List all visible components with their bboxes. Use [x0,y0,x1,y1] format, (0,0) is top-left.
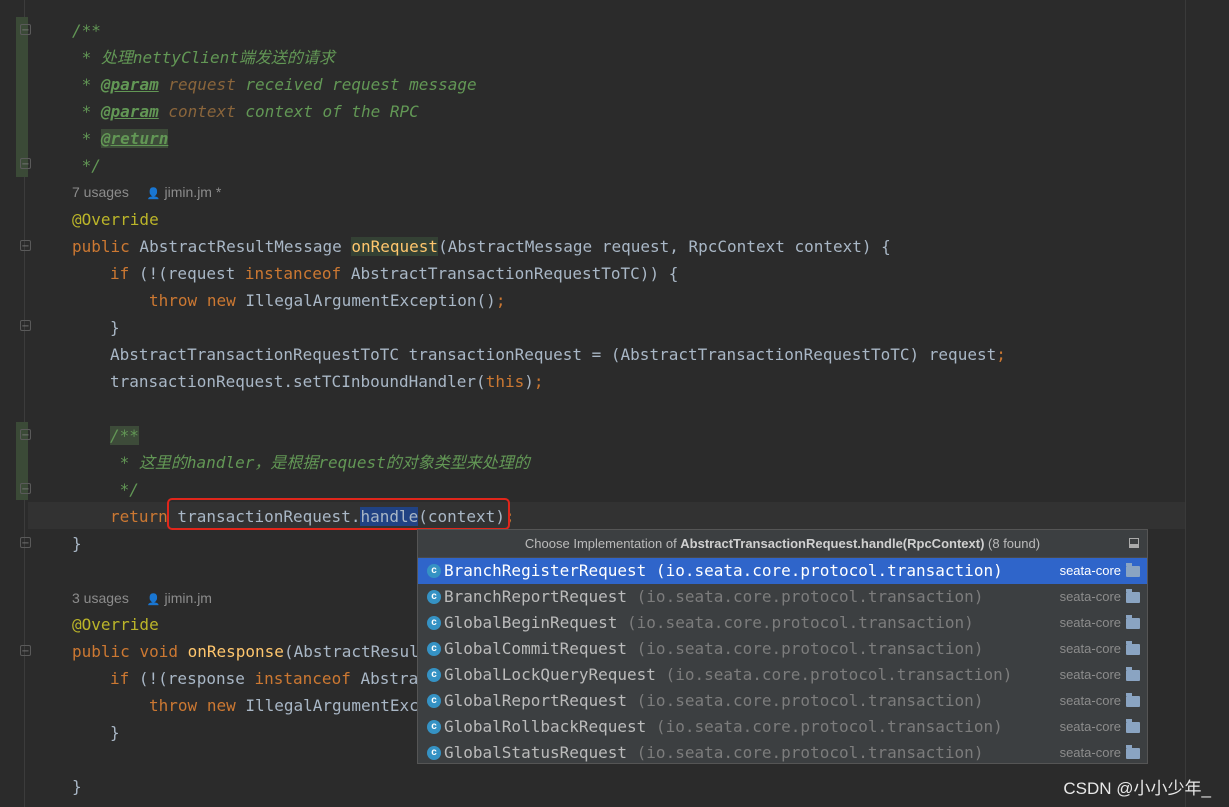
code-line: if (!(response instanceof Abstra [110,669,419,688]
code-line: * @return [72,129,169,148]
module-name: seata-core [1059,589,1121,604]
code-line: public AbstractResultMessage onRequest(A… [72,237,891,256]
code-line: * @param request received request messag… [72,75,477,94]
fold-icon[interactable]: − [20,537,31,549]
implementation-item[interactable]: c GlobalBeginRequest (io.seata.core.proto… [418,610,1147,636]
class-name: BranchReportRequest [444,587,628,606]
code-line: * @param context context of the RPC [72,102,419,121]
class-name: GlobalBeginRequest [444,613,618,632]
implementation-item[interactable]: c GlobalLockQueryRequest (io.seata.core.p… [418,662,1147,688]
module-folder-icon [1126,563,1140,577]
fold-icon[interactable]: − [20,240,31,252]
code-line: throw new IllegalArgumentException(); [149,291,506,310]
choose-implementation-popup[interactable]: Choose Implementation of AbstractTransac… [417,529,1148,764]
class-name: BranchRegisterRequest [444,561,647,580]
usages-hint[interactable]: 3 usages [72,590,129,606]
module-folder-icon [1126,589,1140,603]
class-icon: c [427,590,441,604]
module-folder-icon [1126,615,1140,629]
popup-title: Choose Implementation of AbstractTransac… [418,530,1147,558]
module-name: seata-core [1059,615,1121,630]
implementation-item[interactable]: c GlobalStatusRequest (io.seata.core.prot… [418,740,1147,766]
fold-icon[interactable]: − [20,645,31,657]
package-name: (io.seata.core.protocol.transaction) [617,613,974,632]
implementation-item[interactable]: c GlobalRollbackRequest (io.seata.core.pr… [418,714,1147,740]
fold-icon[interactable]: − [20,320,31,332]
class-icon: c [427,668,441,682]
inlay-hint[interactable]: 7 usages 👤 jimin.jm * [72,182,221,202]
code-line: } [110,318,120,337]
module-name: seata-core [1059,667,1121,682]
module-folder-icon [1126,641,1140,655]
inlay-hint[interactable]: 3 usages 👤 jimin.jm [72,588,212,608]
code-line: public void onResponse(AbstractResul [72,642,419,661]
class-name: GlobalStatusRequest [444,743,628,762]
module-name: seata-core [1059,693,1121,708]
code-line: /** [110,426,139,445]
watermark: CSDN @小小少年_ [1063,779,1211,798]
implementation-item[interactable]: c BranchReportRequest (io.seata.core.prot… [418,584,1147,610]
module-folder-icon [1126,745,1140,759]
package-name: (io.seata.core.protocol.transaction) [627,691,984,710]
implementation-item[interactable]: c GlobalCommitRequest (io.seata.core.prot… [418,636,1147,662]
fold-icon[interactable]: − [20,429,31,441]
code-line: * 处理nettyClient端发送的请求 [72,48,335,67]
package-name: (io.seata.core.protocol.transaction) [655,665,1013,684]
open-in-find-window-icon[interactable] [1129,538,1139,548]
implementation-list[interactable]: c BranchRegisterRequest (io.seata.core.pr… [418,558,1147,766]
package-name: (io.seata.core.protocol.transaction) [627,587,984,606]
fold-icon[interactable]: − [20,24,31,36]
module-folder-icon [1126,693,1140,707]
change-marker [16,17,28,177]
author-hint[interactable]: jimin.jm [165,590,212,606]
module-folder-icon [1126,667,1140,681]
person-icon: 👤 [146,594,161,606]
code-line: @Override [72,210,159,229]
class-icon: c [427,642,441,656]
code-line: if (!(request instanceof AbstractTransac… [110,264,679,283]
implementation-item[interactable]: c BranchRegisterRequest (io.seata.core.pr… [418,558,1147,584]
class-name: GlobalRollbackRequest [444,717,647,736]
package-name: (io.seata.core.protocol.transaction) [627,743,984,762]
code-line: AbstractTransactionRequestToTC transacti… [110,345,1006,364]
class-name: GlobalLockQueryRequest [444,665,656,684]
fold-icon[interactable]: − [20,483,31,495]
fold-icon[interactable]: − [20,158,31,170]
right-margin-guide [1185,0,1186,807]
code-line: @Override [72,615,159,634]
class-icon: c [427,564,441,578]
class-name: GlobalCommitRequest [444,639,628,658]
code-line: */ [72,156,101,175]
class-icon: c [427,616,441,630]
module-name: seata-core [1059,745,1121,760]
class-icon: c [427,720,441,734]
class-icon: c [427,746,441,760]
person-icon: 👤 [146,188,161,200]
code-line: * 这里的handler，是根据request的对象类型来处理的 [110,453,530,472]
package-name: (io.seata.core.protocol.transaction) [646,717,1003,736]
module-name: seata-core [1059,563,1121,578]
usages-hint[interactable]: 7 usages [72,184,129,200]
code-line: /** [72,21,101,40]
code-line: } [72,534,82,553]
code-line: } [110,723,120,742]
code-line: throw new IllegalArgumentExc [149,696,419,715]
code-line: */ [110,480,139,499]
code-line: } [72,777,82,796]
package-name: (io.seata.core.protocol.transaction) [646,561,1003,580]
code-line: transactionRequest.setTCInboundHandler(t… [110,372,544,391]
class-icon: c [427,694,441,708]
author-hint[interactable]: jimin.jm * [165,184,222,200]
implementation-item[interactable]: c GlobalReportRequest (io.seata.core.prot… [418,688,1147,714]
module-folder-icon [1126,719,1140,733]
module-name: seata-core [1059,641,1121,656]
package-name: (io.seata.core.protocol.transaction) [627,639,984,658]
module-name: seata-core [1059,719,1121,734]
class-name: GlobalReportRequest [444,691,628,710]
highlight-annotation-box [167,498,510,530]
